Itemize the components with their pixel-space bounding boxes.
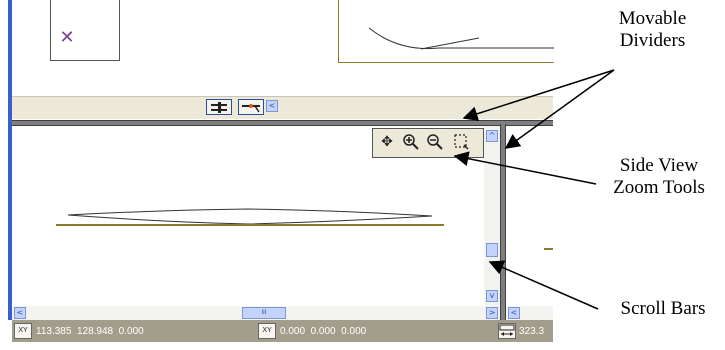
callout-movable-dividers: Movable Dividers xyxy=(618,8,687,51)
callout-scroll-bars: Scroll Bars xyxy=(620,298,706,319)
callout-side-view-zoom-tools: Side View Zoom Tools xyxy=(613,155,705,198)
